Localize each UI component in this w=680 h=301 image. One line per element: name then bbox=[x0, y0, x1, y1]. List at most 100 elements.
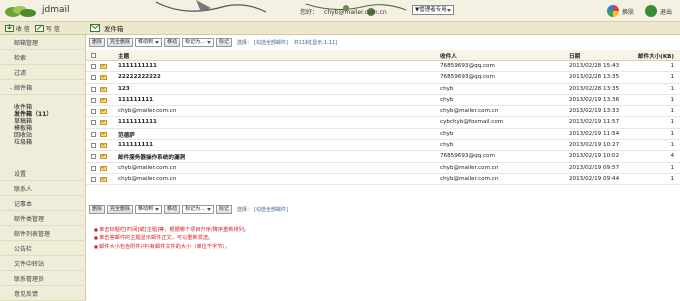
table-row[interactable]: 111111111 chyb 2013/02/19 13:36 1 bbox=[86, 95, 680, 107]
row-subject[interactable]: 邮件服务器操作系统的漏洞 bbox=[118, 153, 185, 161]
move-to-select-bottom[interactable]: 移动到 bbox=[135, 205, 163, 214]
user-info: 您好： chyb@mailer.com.cn bbox=[300, 7, 387, 16]
envelope-icon bbox=[100, 97, 107, 103]
sidebar-item-mailbox[interactable]: - 邮件箱 bbox=[0, 82, 86, 95]
table-row[interactable]: chyb@mailer.com.cn chyb@mailer.com.cn 2013… bbox=[86, 174, 680, 186]
row-checkbox[interactable] bbox=[91, 75, 96, 81]
envelope-icon bbox=[100, 131, 107, 137]
sidebar-item-mail-mgmt[interactable]: 邮箱管理 bbox=[0, 37, 86, 50]
row-checkbox[interactable] bbox=[91, 97, 96, 103]
skin-button[interactable]: 换肤 bbox=[607, 4, 634, 18]
perm-delete-button-bottom[interactable]: 完全删除 bbox=[107, 205, 134, 214]
sidebar-item-mail-list[interactable]: 邮件列表管理 bbox=[0, 228, 86, 241]
sidebar-item-file-transfer[interactable]: 文件中转站 bbox=[0, 258, 86, 271]
col-recipient[interactable]: 收件人 bbox=[440, 52, 457, 60]
row-checkbox[interactable] bbox=[91, 86, 96, 92]
mark-button-bottom[interactable]: 标记 bbox=[215, 205, 232, 214]
mark-as-select[interactable]: 标记为... bbox=[182, 38, 214, 47]
delete-button-bottom[interactable]: 删除 bbox=[89, 205, 106, 214]
table-row[interactable]: chyb@mailer.com.cn chyb@mailer.com.cn 2013… bbox=[86, 163, 680, 174]
row-subject[interactable]: 1111111111 bbox=[118, 119, 157, 125]
user-email: chyb@mailer.com.cn bbox=[324, 9, 387, 16]
receive-button[interactable]: 收 信 bbox=[5, 24, 30, 33]
row-checkbox[interactable] bbox=[91, 64, 96, 69]
sidebar-item-bulletin[interactable]: 公告栏 bbox=[0, 243, 86, 256]
row-subject[interactable]: 范德萨 bbox=[118, 131, 135, 139]
table-row[interactable]: 1111111111 76859693@qq.com 2013/02/28 15:4… bbox=[86, 61, 680, 73]
row-checkbox[interactable] bbox=[91, 120, 96, 126]
compose-button[interactable]: 写 信 bbox=[34, 24, 60, 33]
logout-label: 退出 bbox=[660, 8, 673, 16]
row-date: 2013/02/19 11:54 bbox=[569, 130, 620, 137]
folder-recycle[interactable]: 回收站 bbox=[14, 132, 32, 139]
sidebar-item-contacts[interactable]: 联系人 bbox=[0, 183, 86, 196]
row-date: 2013/02/19 10:02 bbox=[569, 153, 620, 160]
row-size: 1 bbox=[670, 164, 674, 171]
row-checkbox[interactable] bbox=[91, 165, 96, 171]
row-recipient: 76859693@qq.com bbox=[440, 74, 495, 81]
folder-templates[interactable]: 模板箱 bbox=[14, 125, 32, 132]
mark-button[interactable]: 标记 bbox=[215, 38, 232, 47]
col-size[interactable]: 邮件大小(KB) bbox=[638, 52, 674, 60]
row-subject[interactable]: chyb@mailer.com.cn bbox=[118, 108, 176, 114]
sidebar-item-search[interactable]: 检索 bbox=[0, 52, 86, 65]
table-row[interactable]: 123 chyb 2013/02/28 13:35 1 bbox=[86, 84, 680, 95]
envelope-icon bbox=[100, 165, 107, 171]
sidebar-item-mail-class[interactable]: 邮件类管理 bbox=[0, 213, 86, 226]
row-subject[interactable]: chyb@mailer.com.cn bbox=[118, 176, 176, 182]
table-row[interactable]: 范德萨 chyb 2013/02/19 11:54 1 bbox=[86, 129, 680, 141]
sidebar-item-feedback[interactable]: 意见反馈 bbox=[0, 288, 86, 301]
row-subject[interactable]: 111111111 bbox=[118, 142, 153, 148]
move-button[interactable]: 移动 bbox=[164, 38, 181, 47]
row-subject[interactable]: 1111111111 bbox=[118, 63, 157, 69]
table-row[interactable]: chyb@mailer.com.cn chyb@mailer.com.cn 2013… bbox=[86, 106, 680, 118]
row-subject[interactable]: 123 bbox=[118, 86, 130, 92]
select-all-link[interactable]: [勾选全部邮件] bbox=[254, 39, 288, 46]
row-subject[interactable]: 22222222222 bbox=[118, 74, 161, 80]
row-subject[interactable]: chyb@mailer.com.cn bbox=[118, 165, 176, 171]
table-row[interactable]: 邮件服务器操作系统的漏洞 76859693@qq.com 2013/02/19 10… bbox=[86, 151, 680, 163]
folder-inbox[interactable]: 收件箱 bbox=[14, 104, 32, 111]
admin-select[interactable]: ▼管理者专用 bbox=[412, 5, 454, 15]
row-checkbox[interactable] bbox=[91, 131, 96, 137]
mail-table: 主题 收件人 日期 邮件大小(KB) 1111111111 76859693@qq… bbox=[86, 50, 680, 186]
row-checkbox[interactable] bbox=[91, 143, 96, 149]
top-header: jdmail 您好： chyb@mailer.com.cn ▼管理者专用 换肤 退… bbox=[0, 0, 680, 22]
sidebar-item-settings[interactable]: 设置 bbox=[0, 168, 86, 181]
delete-button[interactable]: 删除 bbox=[89, 38, 106, 47]
envelope-icon bbox=[100, 143, 107, 149]
envelope-icon bbox=[100, 86, 107, 92]
table-row[interactable]: 1111111111 cybchyb@foxmail.com 2013/02/19 … bbox=[86, 117, 680, 129]
move-to-select[interactable]: 移动到 bbox=[135, 38, 163, 47]
table-row[interactable]: 22222222222 76859693@qq.com 2013/02/28 13:… bbox=[86, 72, 680, 84]
move-button-bottom[interactable]: 移动 bbox=[164, 205, 181, 214]
table-row[interactable]: 111111111 chyb 2013/02/19 10:27 1 bbox=[86, 140, 680, 152]
row-checkbox[interactable] bbox=[91, 176, 96, 182]
col-date[interactable]: 日期 bbox=[569, 52, 580, 60]
select-all-checkbox[interactable] bbox=[91, 53, 96, 58]
row-recipient: chyb bbox=[440, 142, 454, 149]
select-all-link-bottom[interactable]: [勾选全部邮件] bbox=[254, 206, 288, 213]
receive-label: 收 信 bbox=[16, 25, 30, 33]
row-checkbox[interactable] bbox=[91, 109, 96, 115]
folder-spam[interactable]: 垃圾箱 bbox=[14, 139, 32, 146]
mark-as-select-bottom[interactable]: 标记为... bbox=[182, 205, 214, 214]
skin-icon bbox=[607, 5, 619, 17]
sidebar: 邮箱管理 检索 过滤 - 邮件箱 收件箱 发件箱（11） 草稿箱 模板箱 回收站… bbox=[0, 35, 86, 301]
row-recipient: chyb bbox=[440, 85, 454, 92]
col-subject[interactable]: 主题 bbox=[118, 52, 129, 60]
sidebar-item-notes[interactable]: 记事本 bbox=[0, 198, 86, 211]
row-date: 2013/02/19 10:27 bbox=[569, 142, 620, 149]
row-size: 1 bbox=[670, 108, 674, 115]
perm-delete-button[interactable]: 完全删除 bbox=[107, 38, 134, 47]
row-subject[interactable]: 111111111 bbox=[118, 97, 153, 103]
select-label: 选择： bbox=[236, 40, 252, 46]
folder-drafts[interactable]: 草稿箱 bbox=[14, 118, 32, 125]
envelope-icon bbox=[100, 64, 107, 69]
sidebar-item-filter[interactable]: 过滤 bbox=[0, 67, 86, 80]
sidebar-item-contact-admin[interactable]: 联系管理员 bbox=[0, 273, 86, 286]
logout-button[interactable]: 退出 bbox=[645, 4, 672, 18]
envelope-icon bbox=[100, 120, 107, 126]
folder-outbox[interactable]: 发件箱（11） bbox=[14, 111, 52, 118]
row-checkbox[interactable] bbox=[91, 154, 96, 160]
